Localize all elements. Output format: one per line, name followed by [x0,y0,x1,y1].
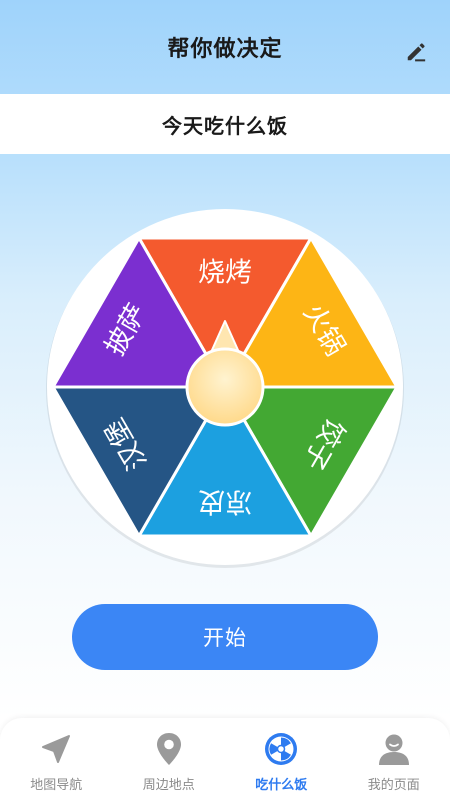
question-bar: 今天吃什么饭 [0,94,450,154]
pencil-icon [407,43,426,62]
tab-label: 吃什么饭 [255,778,308,793]
tab-nearby-places[interactable]: 周边地点 [113,718,226,800]
wheel-segment-label: 凉皮 [198,486,252,517]
page-title: 帮你做决定 [167,37,283,62]
wheel-segment-label: 烧烤 [198,258,252,289]
wheel-svg: 烧烤火锅饺子凉皮汉堡披萨 [46,209,404,568]
decision-wheel[interactable]: 烧烤 火锅 饺子 凉皮 汉堡 披萨 [37,199,413,575]
bottom-tab-bar: 地图导航 周边地点 吃什么饭 我的页面 [0,718,450,800]
question-title: 今天吃什么饭 [162,113,288,138]
wheel-hub[interactable] [185,347,265,427]
tab-my-page[interactable]: 我的页面 [338,718,450,800]
tab-map-navigation[interactable]: 地图导航 [0,718,113,800]
header: 帮你做决定 [0,0,450,94]
user-profile-icon [375,730,413,768]
tab-label: 地图导航 [30,778,83,793]
wheel-icon [262,730,300,768]
edit-button[interactable] [404,40,428,64]
location-pin-icon [150,730,188,768]
tab-label: 我的页面 [367,778,420,793]
navigation-arrow-icon [37,730,75,768]
tab-label: 周边地点 [142,778,195,793]
tab-what-to-eat[interactable]: 吃什么饭 [225,718,338,800]
start-button[interactable]: 开始 [72,604,378,670]
